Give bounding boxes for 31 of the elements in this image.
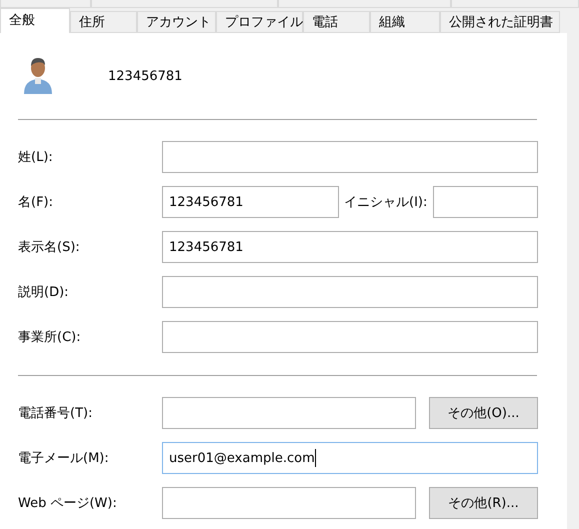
field-label: イニシャル(I): — [343, 194, 428, 211]
user-name: 123456781 — [108, 68, 182, 84]
field-label: 電話番号(T): — [18, 405, 94, 422]
field-label: 説明(D): — [18, 284, 70, 301]
text-field[interactable] — [162, 487, 416, 519]
tab[interactable]: 全般 — [0, 8, 70, 33]
user-icon — [22, 56, 54, 96]
tab[interactable]: 電話 — [303, 11, 370, 33]
text-field[interactable] — [162, 276, 538, 308]
tab[interactable]: 公開された証明書 — [440, 11, 560, 33]
field-label: 姓(L): — [18, 149, 54, 166]
text-field[interactable] — [162, 141, 538, 173]
field-label: 名(F): — [18, 194, 54, 211]
more-button[interactable]: その他(R)... — [429, 487, 538, 519]
text-field[interactable] — [162, 397, 416, 429]
tab[interactable]: 組織 — [370, 11, 440, 33]
field-label: Web ページ(W): — [18, 495, 118, 512]
field-label: 事業所(C): — [18, 329, 82, 346]
tab[interactable]: 住所 — [70, 11, 137, 33]
more-button[interactable]: その他(O)... — [429, 397, 538, 429]
tab[interactable]: アカウント — [137, 11, 216, 33]
field-label: 表示名(S): — [18, 239, 81, 256]
tab[interactable] — [0, 0, 91, 8]
text-field[interactable]: 123456781 — [162, 231, 538, 263]
text-field[interactable]: 123456781 — [162, 186, 339, 218]
field-label: 電子メール(M): — [18, 450, 110, 467]
text-field[interactable] — [162, 321, 538, 353]
text-cursor — [314, 449, 316, 467]
text-field[interactable] — [433, 186, 538, 218]
tab[interactable]: プロファイル — [216, 11, 303, 33]
text-field[interactable]: user01@example.com — [162, 442, 538, 474]
